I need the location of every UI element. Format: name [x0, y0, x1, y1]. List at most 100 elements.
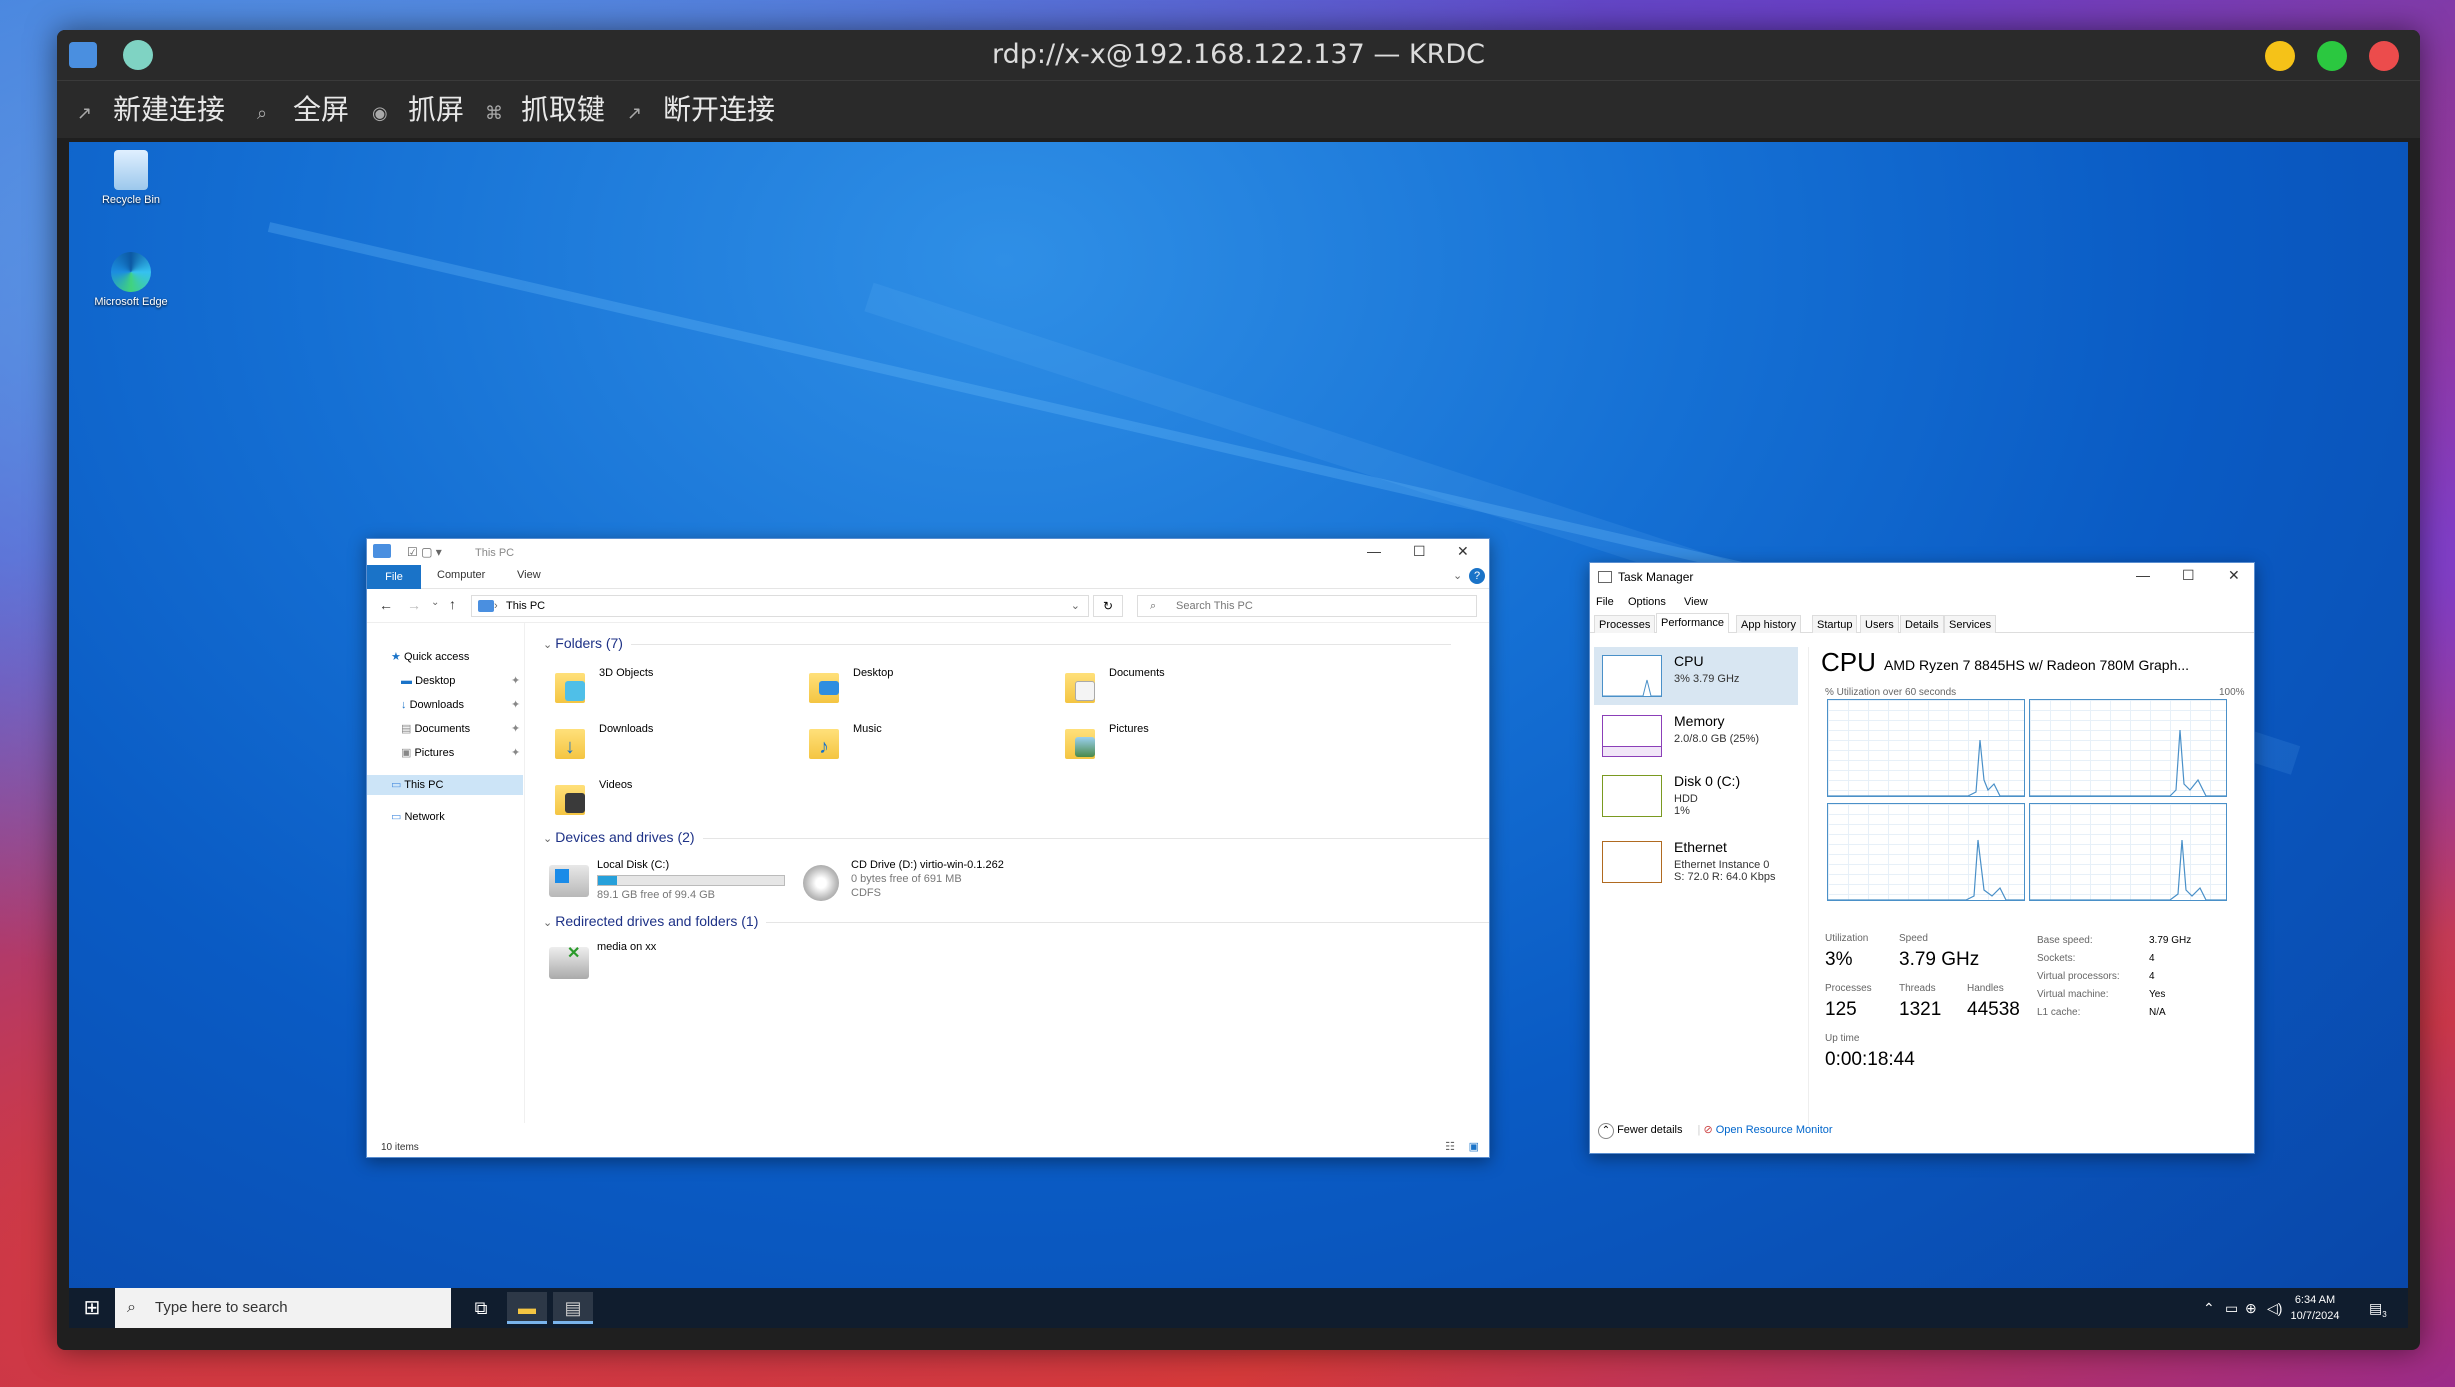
drive-filesystem: CDFS	[851, 887, 881, 899]
menu-options[interactable]: Options	[1628, 596, 1666, 608]
quick-access-toolbar-icon[interactable]: ☑ ▢ ▾	[407, 545, 442, 559]
pin-icon: ✦	[511, 747, 521, 759]
close-icon[interactable]: ✕	[2228, 567, 2240, 584]
clock-time: 6:34 AM	[2294, 1294, 2336, 1306]
recycle-bin-shortcut[interactable]: Recycle Bin	[91, 150, 171, 206]
nav-network[interactable]: ▭ Network	[391, 807, 521, 827]
tab-app-history[interactable]: App history	[1736, 615, 1802, 633]
spec-value: 3.79 GHz	[2149, 935, 2192, 946]
menu-file[interactable]: File	[1596, 596, 1614, 608]
network-drive-icon: ✕	[549, 945, 589, 979]
resource-title: Ethernet	[1674, 839, 1727, 855]
fewer-details-button[interactable]: ⌃ Fewer details	[1598, 1123, 1682, 1139]
recent-chevron-icon[interactable]: ⌄	[431, 597, 439, 608]
tray-chevron-icon[interactable]: ⌃	[2203, 1288, 2215, 1328]
file-explorer-icon[interactable]: ▬	[507, 1292, 547, 1324]
drive-free: 89.1 GB free of 99.4 GB	[597, 889, 716, 901]
minimize-button[interactable]	[2265, 41, 2295, 71]
taskbar: ⊞ ⌕ Type here to search ⧉ ▬ ▤ ⌃ ▭ ⊕ ◁) 6…	[69, 1288, 2408, 1328]
group-devices[interactable]: ⌄ Devices and drives (2)	[543, 829, 1489, 845]
task-view-icon[interactable]: ⧉	[461, 1292, 501, 1324]
network-globe-icon[interactable]: ⊕	[2245, 1288, 2257, 1328]
folder-icon: ♪	[807, 721, 841, 761]
group-redirected[interactable]: ⌄ Redirected drives and folders (1)	[543, 913, 1489, 929]
folder-icon	[553, 665, 587, 705]
task-manager-taskbar-icon[interactable]: ▤	[553, 1292, 593, 1324]
close-button[interactable]	[2369, 41, 2399, 71]
tab-processes[interactable]: Processes	[1594, 615, 1656, 633]
nav-downloads[interactable]: ↓ Downloads ✦	[401, 695, 521, 715]
new-connection-button[interactable]: ↗ 新建连接	[77, 81, 225, 139]
explorer-titlebar[interactable]: ☑ ▢ ▾ This PC — ☐ ✕	[367, 539, 1489, 565]
spec-value: Yes	[2149, 989, 2166, 1000]
nav-documents[interactable]: ▤ Documents ✦	[401, 719, 521, 739]
taskbar-clock[interactable]: 6:34 AM 10/7/2024	[2280, 1292, 2350, 1324]
minimize-icon[interactable]: —	[2136, 567, 2150, 583]
address-bar[interactable]: › This PC ⌄	[471, 595, 1089, 617]
menu-view[interactable]: View	[1684, 596, 1708, 608]
handles-value: 44538	[1967, 999, 2020, 1020]
large-icons-view-icon[interactable]: ▣	[1469, 1140, 1479, 1153]
taskbar-search-input[interactable]: ⌕ Type here to search	[115, 1288, 451, 1328]
close-icon[interactable]: ✕	[1457, 543, 1469, 560]
help-icon[interactable]: ?	[1469, 568, 1485, 584]
resource-disk[interactable]: Disk 0 (C:) HDD 1%	[1594, 767, 1798, 825]
tab-view[interactable]: View	[517, 569, 541, 581]
address-dropdown-icon[interactable]: ⌄	[1071, 596, 1080, 616]
forward-arrow-icon[interactable]: →	[407, 597, 421, 613]
edge-shortcut[interactable]: Microsoft Edge	[91, 252, 171, 308]
maximize-button[interactable]	[2317, 41, 2347, 71]
fullscreen-button[interactable]: ⌕ 全屏	[257, 81, 349, 139]
open-resource-monitor-link[interactable]: ⊘ Open Resource Monitor	[1703, 1124, 1832, 1136]
tab-computer[interactable]: Computer	[437, 569, 485, 581]
nav-this-pc[interactable]: ▭ This PC	[367, 775, 523, 795]
search-input[interactable]: ⌕ Search This PC	[1137, 595, 1477, 617]
group-folders[interactable]: ⌄ Folders (7)	[543, 635, 1451, 651]
screenshot-button[interactable]: ◉ 抓屏	[372, 81, 464, 139]
tab-performance[interactable]: Performance	[1656, 613, 1729, 633]
refresh-icon[interactable]: ↻	[1093, 595, 1123, 617]
krdc-titlebar[interactable]: rdp://x-x@192.168.122.137 — KRDC	[57, 30, 2420, 80]
grab-keys-button[interactable]: ⌘ 抓取键	[485, 81, 605, 139]
remote-desktop[interactable]: Recycle Bin Microsoft Edge ☑ ▢ ▾ This PC…	[69, 142, 2408, 1328]
maximize-icon[interactable]: ☐	[2182, 567, 2195, 584]
resource-sub: 1%	[1674, 805, 1690, 817]
maximize-icon[interactable]: ☐	[1413, 543, 1426, 560]
tab-details[interactable]: Details	[1900, 615, 1944, 633]
redirected-media[interactable]: ✕ media on xx	[549, 941, 749, 989]
memory-sparkline	[1602, 715, 1662, 757]
nav-quick-access[interactable]: ★ Quick access	[391, 647, 521, 667]
notification-icon[interactable]: ▤3	[2369, 1288, 2387, 1328]
resource-cpu[interactable]: CPU 3% 3.79 GHz	[1594, 647, 1798, 705]
resource-sub: HDD	[1674, 793, 1698, 805]
tab-startup[interactable]: Startup	[1812, 615, 1858, 633]
tab-services[interactable]: Services	[1944, 615, 1997, 633]
recycle-bin-icon	[114, 150, 148, 190]
tray-display-icon[interactable]: ▭	[2225, 1288, 2238, 1328]
resource-memory[interactable]: Memory 2.0/8.0 GB (25%)	[1594, 707, 1798, 765]
tab-users[interactable]: Users	[1860, 615, 1899, 633]
resource-sub: Ethernet Instance 0	[1674, 859, 1770, 871]
cpu-core-graph	[1827, 803, 2025, 901]
content-pane: ⌄ Folders (7) 3D Objects Desktop Documen…	[527, 623, 1489, 1123]
details-view-icon[interactable]: ☷	[1445, 1140, 1455, 1153]
pin-icon[interactable]	[123, 40, 153, 70]
taskmgr-titlebar[interactable]: Task Manager — ☐ ✕	[1590, 563, 2254, 593]
drive-d[interactable]: CD Drive (D:) virtio-win-0.1.262 0 bytes…	[803, 859, 1063, 907]
back-arrow-icon[interactable]: ←	[379, 597, 393, 613]
chevron-down-icon: ⌄	[543, 833, 556, 845]
nav-desktop[interactable]: ▬ Desktop ✦	[401, 671, 521, 691]
chevron-down-icon[interactable]: ⌄	[1453, 569, 1462, 582]
disconnect-button[interactable]: ↗ 断开连接	[627, 81, 775, 139]
up-arrow-icon[interactable]: ↑	[449, 596, 456, 612]
resource-ethernet[interactable]: Ethernet Ethernet Instance 0 S: 72.0 R: …	[1594, 833, 1798, 891]
minimize-icon[interactable]: —	[1367, 543, 1381, 559]
navigation-pane: ★ Quick access ▬ Desktop ✦ ↓ Downloads ✦ ▤…	[367, 623, 525, 1123]
tab-file[interactable]: File	[367, 565, 421, 589]
drive-c[interactable]: Local Disk (C:) 89.1 GB free of 99.4 GB	[549, 859, 799, 907]
krdc-app-icon[interactable]	[69, 42, 97, 68]
nav-pictures[interactable]: ▣ Pictures ✦	[401, 743, 521, 763]
resource-title: Disk 0 (C:)	[1674, 773, 1741, 789]
explorer-title: This PC	[475, 547, 515, 559]
windows-start-icon[interactable]: ⊞	[69, 1288, 115, 1328]
